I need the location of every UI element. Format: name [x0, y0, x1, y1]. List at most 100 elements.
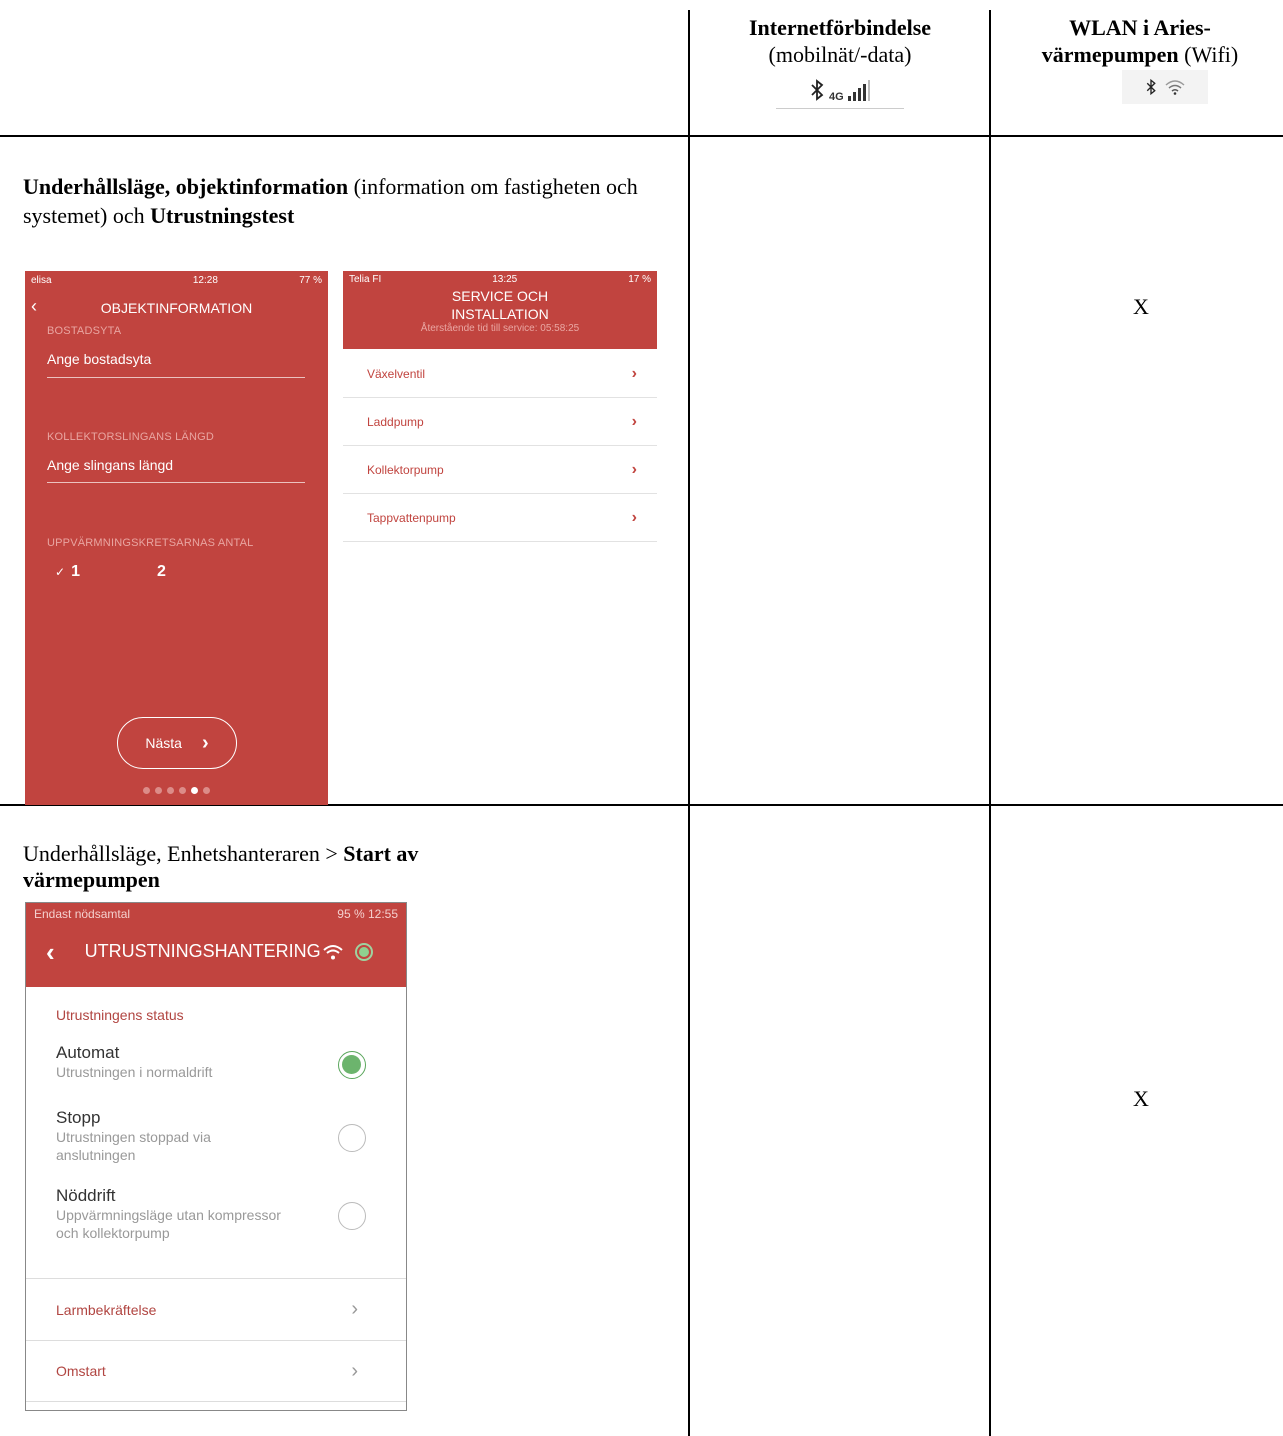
header-internet: Internetförbindelse (mobilnät/-data) 4G: [700, 14, 980, 109]
screen-title: UTRUSTNINGSHANTERING: [84, 941, 321, 961]
menu-item-kollektorpump[interactable]: Kollektorpump ›: [343, 446, 657, 494]
battery: 77 %: [299, 274, 322, 286]
option-stopp[interactable]: Stopp Utrustningen stoppad via anslutnin…: [56, 1108, 366, 1164]
service-countdown: Återstående tid till service: 05:58:25: [420, 323, 580, 334]
bostadsyta-input[interactable]: Ange bostadsyta: [47, 351, 151, 367]
row2-plain: Underhållsläge, Enhetshanteraren >: [23, 841, 344, 866]
chevron-right-icon: ›: [351, 1359, 358, 1382]
chevron-right-icon: ›: [631, 364, 637, 382]
signal-icon: [848, 80, 870, 101]
menu-item-vaxelventil[interactable]: Växelventil ›: [343, 350, 657, 398]
objektinformation-screenshot: elisa 12:28 77 % ‹ OBJEKTINFORMATION BOS…: [25, 271, 328, 805]
option-noddrift[interactable]: Nöddrift Uppvärmningsläge utan kompresso…: [56, 1186, 366, 1242]
menu-item-laddpump[interactable]: Laddpump ›: [343, 398, 657, 446]
battery: 17 %: [628, 273, 651, 285]
check-icon: ✓: [55, 565, 66, 579]
page-dot: [179, 787, 186, 794]
status-bar: Telia FI 13:25 17 %: [343, 271, 657, 287]
option-name: Stopp: [56, 1108, 101, 1127]
option-1[interactable]: ✓ 1: [55, 563, 80, 581]
column-divider-1: [688, 10, 690, 1436]
next-button[interactable]: Nästa ›: [117, 717, 237, 769]
service-installation-screenshot: Telia FI 13:25 17 % SERVICE OCH INSTALLA…: [343, 271, 657, 543]
wifi-icon: [1165, 80, 1185, 95]
carrier: Telia FI: [349, 273, 382, 285]
connection-status-icon: [354, 942, 373, 961]
wifi-icon: [323, 944, 343, 959]
slingans-langd-input[interactable]: Ange slingans längd: [47, 457, 173, 473]
clock: 12:28: [192, 274, 218, 286]
back-icon[interactable]: ‹: [46, 939, 55, 965]
row1-bold2: Utrustningstest: [150, 203, 295, 228]
link-label: Omstart: [56, 1363, 106, 1379]
utrustningshantering-screenshot: Endast nödsamtal 95 % 12:55 ‹ UTRUSTNING…: [25, 902, 407, 1411]
status-bar: elisa 12:28 77 %: [25, 271, 328, 289]
chevron-right-icon: ›: [631, 508, 637, 526]
chevron-right-icon: ›: [351, 1298, 358, 1320]
label-kretsar-antal: UPPVÄRMNINGSKRETSARNAS ANTAL: [47, 537, 254, 549]
menu-item-tappvattenpump[interactable]: Tappvattenpump ›: [343, 494, 657, 542]
page-dot: [155, 787, 162, 794]
next-label: Nästa: [145, 735, 182, 751]
option-name: Automat: [56, 1043, 120, 1062]
option-desc: Utrustningen stoppad via anslutningen: [56, 1129, 211, 1163]
option-automat[interactable]: Automat Utrustningen i normaldrift: [56, 1043, 366, 1081]
row1-bold1: Underhållsläge, objektinformation: [23, 174, 349, 199]
header-internet-sub: (mobilnät/-data): [768, 42, 912, 67]
clock: 12:55: [367, 907, 398, 921]
row1-description: Underhållsläge, objektinformation (infor…: [23, 172, 643, 230]
input-underline: [47, 482, 305, 483]
row2-description: Underhållsläge, Enhetshanteraren > Start…: [23, 841, 543, 893]
header-wlan-sub: (Wifi): [1184, 42, 1239, 67]
link-label: Larmbekräftelse: [56, 1301, 157, 1318]
chevron-right-icon: ›: [631, 412, 637, 430]
carrier: elisa: [31, 274, 52, 286]
chevron-right-icon: ›: [201, 731, 209, 754]
screen-title: OBJEKTINFORMATION: [100, 300, 253, 316]
page-dot: [167, 787, 174, 794]
clock: 13:25: [492, 273, 518, 285]
screen-header: Endast nödsamtal 95 % 12:55 ‹ UTRUSTNING…: [26, 903, 406, 987]
network-4g-icon: 4G: [829, 91, 844, 103]
omstart-link[interactable]: Omstart ›: [26, 1340, 406, 1402]
page-dot: [143, 787, 150, 794]
header-wlan: WLAN i Aries-värmepumpen (Wifi): [1000, 14, 1280, 104]
screen-title-2: INSTALLATION: [451, 306, 549, 322]
bluetooth-icon: [1146, 78, 1156, 96]
row1-wlan-mark: X: [1133, 294, 1149, 319]
option-desc: Uppvärmningsläge utan kompressor och kol…: [56, 1207, 281, 1241]
page-dot-active: [191, 787, 198, 794]
status-left: Endast nödsamtal: [34, 907, 131, 921]
menu-item-label: Växelventil: [367, 366, 426, 381]
row2-wlan-mark: X: [1133, 1086, 1149, 1111]
title-bar: ‹ UTRUSTNINGSHANTERING: [46, 939, 386, 965]
bluetooth-icon: [811, 79, 824, 101]
page-dots: [25, 787, 328, 794]
radio-selected[interactable]: [338, 1051, 366, 1079]
header-internet-title: Internetförbindelse: [748, 15, 932, 40]
battery: 95 %: [337, 907, 365, 921]
chevron-right-icon: ›: [631, 460, 637, 478]
header-internet-underline: [776, 108, 904, 109]
option-1-label: 1: [71, 563, 80, 580]
menu-item-label: Kollektorpump: [367, 462, 444, 477]
larmbekraftelse-link[interactable]: Larmbekräftelse ›: [26, 1278, 406, 1340]
label-slingans-langd: KOLLEKTORSLINGANS LÄNGD: [47, 431, 215, 443]
column-divider-2: [989, 10, 991, 1436]
menu-item-label: Laddpump: [367, 414, 424, 429]
radio-unselected[interactable]: [338, 1202, 366, 1230]
option-name: Nöddrift: [56, 1186, 116, 1205]
section-title: Utrustningens status: [56, 1007, 184, 1023]
page-dot: [203, 787, 210, 794]
status-bar: Endast nödsamtal 95 % 12:55: [26, 903, 406, 925]
menu-item-label: Tappvattenpump: [367, 510, 456, 525]
screen-title-1: SERVICE OCH: [451, 288, 549, 304]
option-desc: Utrustningen i normaldrift: [56, 1064, 213, 1080]
screen-header: Telia FI 13:25 17 % SERVICE OCH INSTALLA…: [343, 271, 657, 349]
radio-unselected[interactable]: [338, 1124, 366, 1152]
row-divider-header: [0, 135, 1283, 137]
input-underline: [47, 377, 305, 378]
status-right: 95 % 12:55: [337, 907, 398, 921]
option-2[interactable]: 2: [157, 563, 166, 581]
label-bostadsyta: BOSTADSYTA: [47, 325, 122, 337]
